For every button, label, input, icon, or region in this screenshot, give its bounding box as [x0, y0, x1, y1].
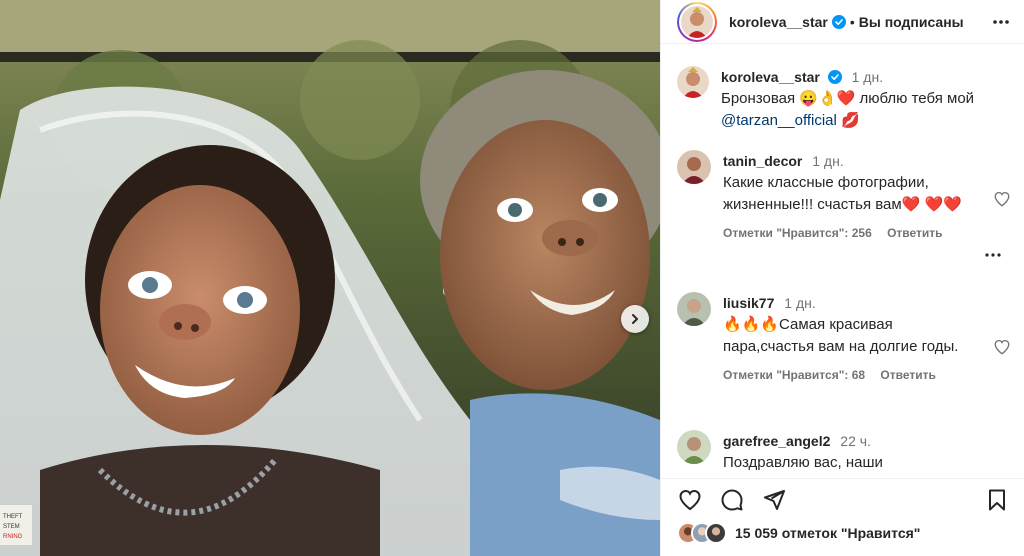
comment-username[interactable]: garefree_angel2 — [723, 433, 830, 449]
comment-avatar[interactable] — [677, 430, 711, 464]
post-actions-bar — [661, 478, 1024, 518]
caption-time[interactable]: 1 дн. — [852, 69, 883, 85]
bookmark-icon[interactable] — [985, 488, 1009, 512]
caption-username[interactable]: koroleva__star — [721, 69, 820, 85]
post-dialog: THEFT STEM RNING koroleva__star • Вы под… — [0, 0, 1024, 556]
next-media-button[interactable] — [621, 305, 649, 333]
svg-text:THEFT: THEFT — [3, 514, 23, 520]
likes-summary: 15 059 отметок "Нравится" — [677, 522, 920, 544]
caption-text-main: Бронзовая 😛👌❤️ люблю тебя мой — [721, 90, 975, 107]
comments-list[interactable]: koroleva__star 1 дн. Бронзовая 😛👌❤️ любл… — [661, 54, 1024, 470]
separator-dot: • — [849, 13, 855, 30]
comment-text: 🔥🔥🔥Самая красивая пара,счастья вам на до… — [723, 316, 959, 355]
more-horizontal-icon[interactable] — [991, 12, 1011, 32]
verified-badge-icon — [831, 14, 846, 29]
post-media[interactable]: THEFT STEM RNING — [0, 0, 660, 556]
comment-reply-button[interactable]: Ответить — [887, 226, 942, 240]
comment-time[interactable]: 1 дн. — [784, 295, 815, 311]
comment-text: Какие классные фотографии, жизненные!!! … — [723, 174, 962, 213]
comment-heart-icon[interactable] — [993, 338, 1011, 356]
chevron-right-icon — [632, 314, 638, 324]
comment-item: tanin_decor 1 дн. Какие классные фотогра… — [677, 150, 1011, 257]
comment-likes-link[interactable]: Отметки "Нравится": 256 — [723, 226, 872, 240]
comment-time[interactable]: 22 ч. — [840, 433, 871, 449]
verified-badge-icon — [827, 70, 842, 84]
comment-text: Поздравляю вас, наши — [723, 454, 883, 470]
comment-avatar[interactable] — [677, 150, 711, 184]
liker-avatar[interactable] — [705, 522, 727, 544]
share-icon[interactable] — [761, 488, 787, 512]
svg-text:RNING: RNING — [3, 534, 23, 540]
caption-text: Бронзовая 😛👌❤️ люблю тебя мой @tarzan__o… — [721, 88, 974, 132]
comment-time[interactable]: 1 дн. — [812, 153, 843, 169]
comment-heart-icon[interactable] — [993, 190, 1011, 208]
author-avatar[interactable] — [677, 1, 717, 42]
post-photo: THEFT STEM RNING — [0, 0, 660, 556]
comment-icon[interactable] — [719, 488, 745, 512]
caption-mention-link[interactable]: @tarzan__official — [721, 112, 837, 129]
avatar-image — [681, 5, 713, 38]
heart-icon[interactable] — [677, 488, 703, 512]
likes-count-link[interactable]: 15 059 отметок "Нравится" — [735, 525, 920, 541]
caption-avatar[interactable] — [677, 66, 709, 98]
comment-username[interactable]: liusik77 — [723, 295, 774, 311]
comment-item: liusik77 1 дн. 🔥🔥🔥Самая красивая пара,сч… — [677, 292, 1011, 382]
post-side-panel: koroleva__star • Вы подписаны koroleva__… — [660, 0, 1024, 556]
post-header: koroleva__star • Вы подписаны — [661, 0, 1024, 44]
svg-text:STEM: STEM — [3, 524, 20, 530]
caption-text-tail: 💋 — [841, 112, 860, 129]
author-username[interactable]: koroleva__star — [729, 14, 828, 30]
comment-avatar[interactable] — [677, 292, 711, 326]
comment-username[interactable]: tanin_decor — [723, 153, 802, 169]
comment-options-icon[interactable] — [983, 250, 1003, 260]
post-caption: koroleva__star 1 дн. Бронзовая 😛👌❤️ любл… — [677, 66, 1011, 132]
comment-likes-link[interactable]: Отметки "Нравится": 68 — [723, 368, 865, 382]
comment-item: garefree_angel2 22 ч. Поздравляю вас, на… — [677, 430, 1011, 470]
comment-reply-button[interactable]: Ответить — [880, 368, 935, 382]
follow-status-button[interactable]: Вы подписаны — [859, 14, 964, 30]
